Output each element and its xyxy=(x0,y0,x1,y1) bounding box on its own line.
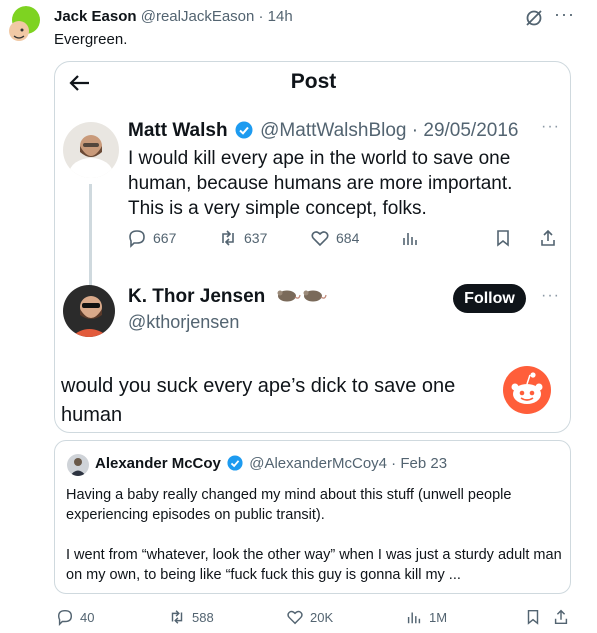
reply-avatar xyxy=(63,285,115,337)
verified-icon xyxy=(227,455,243,471)
original-author-meta: @MattWalshBlog · 29/05/2016 xyxy=(260,120,519,141)
reply-more-icon: ··· xyxy=(541,287,560,304)
reply-text: would you suck every ape’s dick to save … xyxy=(61,375,456,426)
views-icon xyxy=(400,228,420,248)
original-repost-count: 637 xyxy=(244,230,268,246)
original-like-count: 684 xyxy=(336,230,360,246)
original-more-icon: ··· xyxy=(541,118,560,135)
original-text: I would kill every ape in the world to s… xyxy=(128,148,513,219)
reply-icon xyxy=(129,230,145,248)
quote-paragraph-2: I went from “whatever, look the other wa… xyxy=(66,547,562,583)
repost-icon xyxy=(171,610,183,624)
verified-icon xyxy=(235,121,253,139)
author-name[interactable]: Jack Eason xyxy=(54,8,137,25)
repost-icon xyxy=(222,230,234,246)
reply-author-name: K. Thor Jensen xyxy=(128,286,327,310)
quote-header: Alexander McCoy @AlexanderMcCoy4 · Feb 2… xyxy=(95,455,447,472)
quote-author-meta: @AlexanderMcCoy4 · Feb 23 xyxy=(249,455,448,472)
original-like-stat: 684 xyxy=(310,228,359,248)
reply-button[interactable]: 40 xyxy=(56,608,94,626)
original-author-name: Matt Walsh xyxy=(128,120,228,141)
original-repost-stat: 637 xyxy=(218,228,267,248)
views-button[interactable]: 1M xyxy=(405,608,447,626)
views-icon xyxy=(407,612,421,624)
quote-text: Having a baby really changed my mind abo… xyxy=(66,485,566,593)
bookmark-icon xyxy=(527,609,539,625)
reddit-icon xyxy=(502,365,552,415)
reply-author-handle: @kthorjensen xyxy=(128,312,240,332)
original-actions: 667 637 684 xyxy=(55,228,570,252)
share-icon xyxy=(538,228,558,248)
author-avatar[interactable] xyxy=(6,6,46,46)
more-options-button[interactable]: ··· xyxy=(554,4,575,25)
reply-icon xyxy=(57,609,73,626)
reply-author-name-text: K. Thor Jensen xyxy=(128,286,266,307)
follow-button: Follow xyxy=(453,284,526,313)
screenshot-title: Post xyxy=(290,70,337,93)
reply-count: 40 xyxy=(80,609,95,625)
like-button[interactable]: 20K xyxy=(286,608,333,626)
matt-avatar xyxy=(63,122,119,178)
original-reply-count: 667 xyxy=(153,230,177,246)
quote-author-name: Alexander McCoy xyxy=(95,455,221,472)
grok-icon[interactable] xyxy=(524,8,544,28)
post-image[interactable]: Post Matt Walsh @MattWalshBlog · 29/05/2… xyxy=(54,61,571,433)
share-button[interactable] xyxy=(552,608,570,626)
like-icon xyxy=(311,231,329,247)
post-header: Jack Eason @realJackEason · 14h xyxy=(54,8,293,25)
bookmark-button[interactable] xyxy=(524,608,542,626)
like-count: 20K xyxy=(310,609,334,625)
repost-button[interactable]: 588 xyxy=(168,608,214,626)
like-icon xyxy=(287,610,303,625)
quote-paragraph-1: Having a baby really changed my mind abo… xyxy=(66,487,512,523)
original-reply-stat: 667 xyxy=(127,228,176,248)
repost-count: 588 xyxy=(192,609,214,625)
quoted-post[interactable]: Alexander McCoy @AlexanderMcCoy4 · Feb 2… xyxy=(54,440,571,594)
share-icon xyxy=(554,609,568,625)
bookmark-icon xyxy=(493,228,513,248)
post-actions: 40 588 20K 1M xyxy=(0,608,597,630)
original-header: Matt Walsh @MattWalshBlog · 29/05/2016 xyxy=(128,120,518,142)
author-meta[interactable]: @realJackEason · 14h xyxy=(141,8,293,25)
post-text: Evergreen. xyxy=(54,31,128,48)
views-count: 1M xyxy=(429,609,448,625)
rat-icon xyxy=(275,286,327,310)
quote-avatar xyxy=(67,454,89,476)
